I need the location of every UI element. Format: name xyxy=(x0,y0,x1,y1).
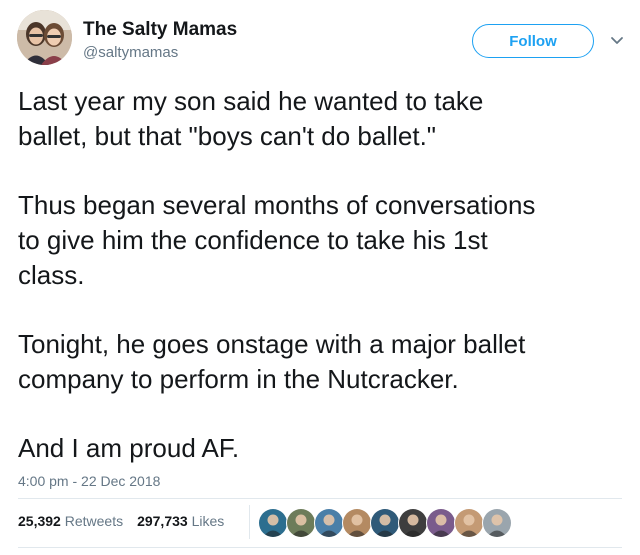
retweets-stat[interactable]: 25,392 Retweets xyxy=(18,513,123,529)
divider xyxy=(249,505,250,539)
tweet-text: Last year my son said he wanted to take … xyxy=(18,84,628,466)
liker-avatar-7[interactable] xyxy=(426,508,456,538)
tweet-timestamp[interactable]: 4:00 pm - 22 Dec 2018 xyxy=(18,473,160,489)
liker-avatar-8[interactable] xyxy=(454,508,484,538)
liker-avatar-9[interactable] xyxy=(482,508,512,538)
retweets-count: 25,392 xyxy=(18,513,61,529)
liker-avatar-2[interactable] xyxy=(286,508,316,538)
divider xyxy=(18,498,622,499)
tweet-paragraph: And I am proud AF. xyxy=(18,433,240,463)
liker-avatar-4[interactable] xyxy=(342,508,372,538)
tweet-stats: 25,392 Retweets 297,733 Likes xyxy=(18,513,238,529)
likes-stat[interactable]: 297,733 Likes xyxy=(137,513,224,529)
author-avatar[interactable] xyxy=(17,10,72,65)
tweet-header: The Salty Mamas @saltymamas Follow xyxy=(17,10,623,70)
likes-count: 297,733 xyxy=(137,513,188,529)
tweet-card: The Salty Mamas @saltymamas Follow Last … xyxy=(0,0,640,555)
author-handle[interactable]: @saltymamas xyxy=(83,44,178,61)
liker-avatar-6[interactable] xyxy=(398,508,428,538)
retweets-label: Retweets xyxy=(64,513,124,529)
tweet-paragraph: Last year my son said he wanted to take … xyxy=(18,86,484,151)
tweet-paragraph: Tonight, he goes onstage with a major ba… xyxy=(18,329,526,394)
tweet-paragraph: Thus began several months of conversatio… xyxy=(18,190,536,290)
follow-button[interactable]: Follow xyxy=(472,24,594,58)
author-name[interactable]: The Salty Mamas xyxy=(83,19,237,41)
likes-label: Likes xyxy=(191,513,225,529)
liker-avatar-5[interactable] xyxy=(370,508,400,538)
divider xyxy=(18,547,622,548)
liker-avatar-3[interactable] xyxy=(314,508,344,538)
avatar-photo-icon xyxy=(17,10,72,65)
likers-avatars xyxy=(258,508,512,538)
liker-avatar-1[interactable] xyxy=(258,508,288,538)
chevron-down-icon[interactable] xyxy=(609,34,625,48)
